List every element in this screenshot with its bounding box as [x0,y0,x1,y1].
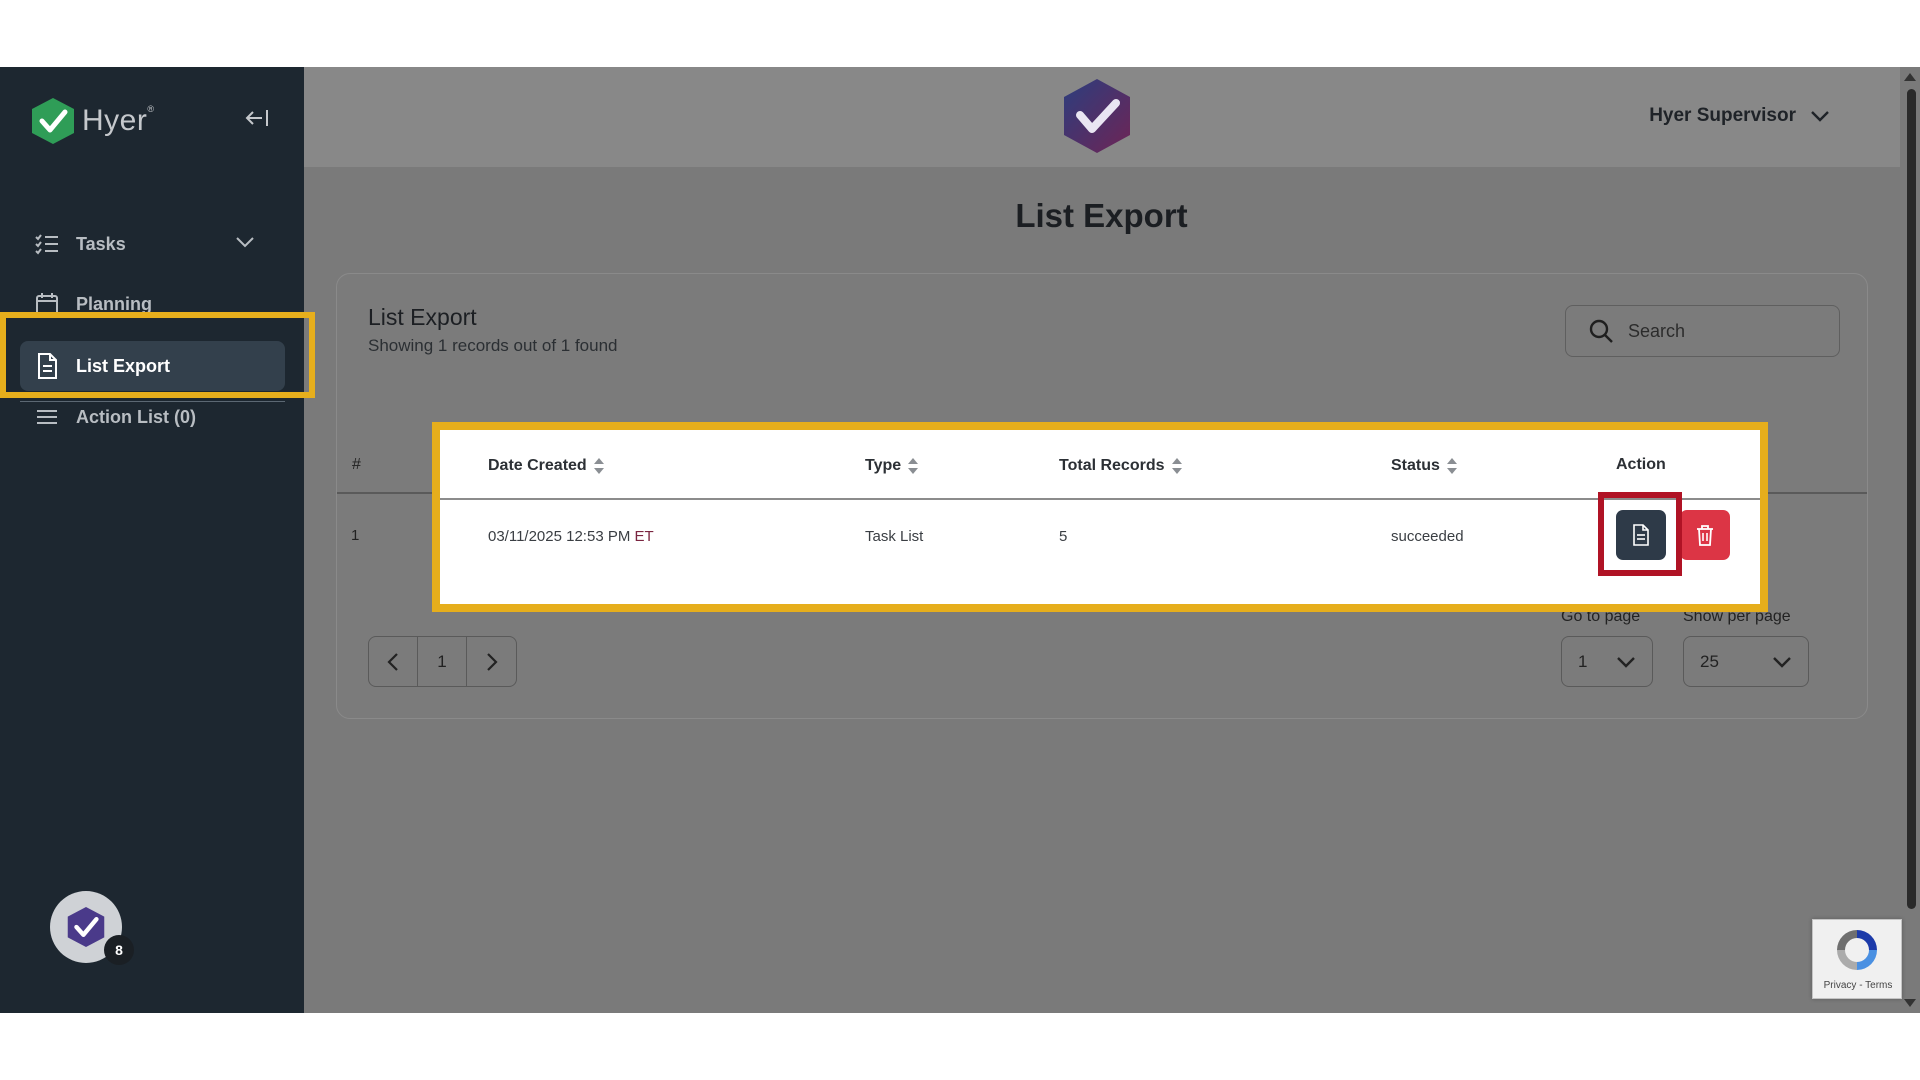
column-label: Date Created [488,457,587,474]
cell-type: Task List [865,528,924,545]
top-bar: Hyer Supervisor [304,67,1920,167]
timezone-label: ET [634,528,654,545]
date-value: 03/11/2025 12:53 PM [488,528,631,545]
sidebar-item-list-export[interactable]: List Export [20,341,285,391]
column-header-type[interactable]: Type [865,456,919,476]
page-title: List Export [1015,197,1188,234]
cell-date-created: 03/11/2025 12:53 PM ET [488,528,654,545]
recaptcha-icon [1837,930,1877,970]
scroll-up-arrow-icon[interactable] [1904,73,1916,81]
pagination: 1 [368,636,517,687]
sidebar-item-tasks[interactable]: Tasks [20,219,285,269]
index-column-header: # [352,456,361,473]
chevron-right-icon [486,652,498,671]
per-page-select[interactable]: 25 [1683,636,1809,687]
go-to-page-select[interactable]: 1 [1561,636,1653,687]
column-label: Action [1616,456,1666,473]
sidebar-item-label: Tasks [76,233,126,254]
list-icon [32,407,62,427]
top-logo[interactable] [1060,77,1134,160]
column-header-date-created[interactable]: Date Created [488,456,605,476]
records-count-text: Showing 1 records out of 1 found [368,336,618,355]
column-label: Total Records [1059,457,1165,474]
recaptcha-badge[interactable]: Privacy - Terms [1812,919,1902,999]
search-box[interactable] [1565,305,1840,357]
user-menu[interactable]: Hyer Supervisor [1649,105,1830,127]
logo-text: Hyer® [82,104,155,137]
chevron-down-icon [1811,111,1829,122]
chevron-left-icon [387,652,398,671]
hyer-badge-icon [67,907,105,947]
sidebar-item-label: Planning [76,293,152,314]
search-input[interactable] [1628,320,1808,342]
sidebar-item-label: Action List (0) [76,407,196,427]
row-index: 1 [351,527,360,544]
current-page-button[interactable]: 1 [418,637,467,686]
calendar-icon [32,292,62,316]
sidebar-item-planning[interactable]: Planning [20,279,285,329]
hyer-check-logo-icon [32,98,74,144]
card-title: List Export [368,304,477,330]
document-icon [1633,524,1649,546]
collapse-sidebar-icon[interactable] [244,107,270,135]
app-frame: Hyer® Tasks Planning List Export Action … [0,67,1920,1013]
sort-icon [1171,458,1182,474]
column-label: Status [1391,457,1440,474]
scroll-down-arrow-icon[interactable] [1904,999,1916,1007]
sort-icon [908,458,919,474]
sidebar-item-action-list[interactable]: Action List (0) [20,401,285,441]
user-name: Hyer Supervisor [1649,105,1796,126]
download-export-button[interactable] [1616,510,1666,560]
sort-icon [1446,458,1457,474]
cell-total-records: 5 [1059,528,1068,545]
sort-icon [593,458,604,474]
recaptcha-privacy-terms-links[interactable]: Privacy - Terms [1813,980,1903,991]
column-header-status[interactable]: Status [1391,456,1458,476]
table-header-divider [440,498,1760,500]
chevron-down-icon [235,233,255,254]
export-table-highlight: Date Created Type Total Records Status A… [432,422,1768,612]
sidebar-item-label: List Export [76,355,171,376]
hyer-brand-icon [1064,79,1130,153]
per-page-value: 25 [1700,651,1719,671]
go-to-page-value: 1 [1578,651,1588,671]
hyer-logo[interactable]: Hyer® [30,97,154,145]
prev-page-button[interactable] [369,637,418,686]
next-page-button[interactable] [467,637,516,686]
column-label: Type [865,457,902,474]
notification-count-badge: 8 [104,935,134,965]
chevron-down-icon [1773,656,1791,668]
task-list-icon [32,233,62,255]
sidebar: Hyer® Tasks Planning List Export Action … [0,67,315,1013]
page-scrollbar[interactable] [1900,67,1920,1013]
column-header-action: Action [1616,456,1666,474]
cell-status: succeeded [1391,528,1464,545]
delete-export-button[interactable] [1680,510,1730,560]
scrollbar-thumb[interactable] [1907,89,1916,909]
search-icon [1589,319,1613,343]
trash-icon [1697,525,1713,546]
chevron-down-icon [1617,656,1635,668]
column-header-total-records[interactable]: Total Records [1059,456,1183,476]
document-icon [32,353,62,379]
